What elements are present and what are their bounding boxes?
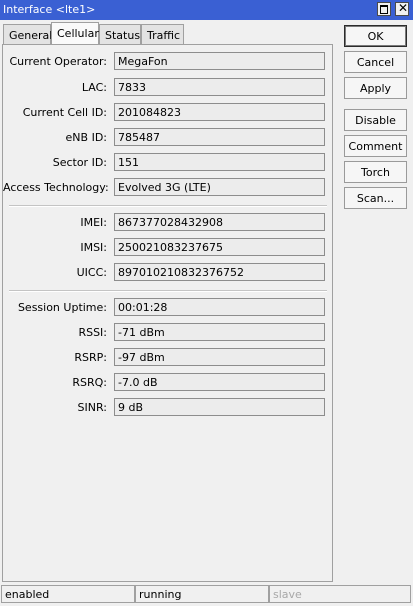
section-divider [9,290,327,292]
rssi-row: RSSI: -71 dBm [3,323,334,341]
rsrq-label: RSRQ: [72,376,107,389]
current-cell-id-row: Current Cell ID: 201084823 [3,103,334,121]
tab-general[interactable]: General [3,24,52,44]
session-uptime-label: Session Uptime: [17,301,107,314]
sinr-label: SINR: [77,401,107,414]
imei-label: IMEI: [80,216,107,229]
access-technology-field[interactable]: Evolved 3G (LTE) [114,178,325,196]
sector-id-label: Sector ID: [52,156,107,169]
uicc-row: UICC: 897010210832376752 [3,263,334,281]
lac-row: LAC: 7833 [3,78,334,96]
access-technology-row: Access Technology: Evolved 3G (LTE) [3,178,334,196]
current-operator-field[interactable]: MegaFon [114,52,325,70]
window-title: Interface <lte1> [3,3,96,16]
status-slave: slave [269,585,411,603]
imsi-row: IMSI: 250021083237675 [3,238,334,256]
lac-field[interactable]: 7833 [114,78,325,96]
maximize-icon[interactable] [377,2,391,16]
sinr-field[interactable]: 9 dB [114,398,325,416]
session-uptime-field[interactable]: 00:01:28 [114,298,325,316]
access-technology-label: Access Technology: [3,181,109,194]
rsrp-field[interactable]: -97 dBm [114,348,325,366]
uicc-field[interactable]: 897010210832376752 [114,263,325,281]
tab-status[interactable]: Status [99,24,141,44]
sector-id-row: Sector ID: 151 [3,153,334,171]
tab-traffic[interactable]: Traffic [141,24,184,44]
apply-button[interactable]: Apply [344,77,407,99]
imsi-field[interactable]: 250021083237675 [114,238,325,256]
current-cell-id-label: Current Cell ID: [22,106,107,119]
rsrp-row: RSRP: -97 dBm [3,348,334,366]
imei-row: IMEI: 867377028432908 [3,213,334,231]
current-operator-row: Current Operator: MegaFon [3,52,334,70]
current-cell-id-field[interactable]: 201084823 [114,103,325,121]
close-icon[interactable]: ✕ [395,1,409,16]
status-enabled: enabled [1,585,135,603]
rssi-label: RSSI: [78,326,107,339]
cancel-button[interactable]: Cancel [344,51,407,73]
imei-field[interactable]: 867377028432908 [114,213,325,231]
rsrp-label: RSRP: [74,351,107,364]
torch-button[interactable]: Torch [344,161,407,183]
cellular-panel: Current Operator: MegaFon LAC: 7833 Curr… [2,44,333,582]
rssi-field[interactable]: -71 dBm [114,323,325,341]
current-operator-label: Current Operator: [9,55,107,68]
sinr-row: SINR: 9 dB [3,398,334,416]
status-running: running [135,585,269,603]
disable-button[interactable]: Disable [344,109,407,131]
title-bar: Interface <lte1> ✕ [0,0,413,20]
scan-button[interactable]: Scan... [344,187,407,209]
ok-button[interactable]: OK [344,25,407,47]
rsrq-field[interactable]: -7.0 dB [114,373,325,391]
comment-button[interactable]: Comment [344,135,407,157]
enb-id-label: eNB ID: [65,131,107,144]
imsi-label: IMSI: [80,241,107,254]
enb-id-field[interactable]: 785487 [114,128,325,146]
session-uptime-row: Session Uptime: 00:01:28 [3,298,334,316]
rsrq-row: RSRQ: -7.0 dB [3,373,334,391]
lac-label: LAC: [81,81,107,94]
sector-id-field[interactable]: 151 [114,153,325,171]
tab-cellular[interactable]: Cellular [51,22,99,45]
uicc-label: UICC: [76,266,107,279]
section-divider [9,205,327,207]
enb-id-row: eNB ID: 785487 [3,128,334,146]
